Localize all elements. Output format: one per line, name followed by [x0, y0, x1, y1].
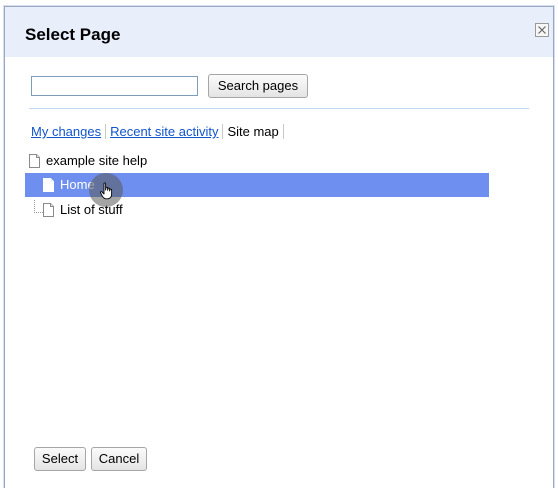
- select-page-dialog: Select Page Search pages My changes Recen…: [4, 6, 554, 488]
- tab-separator: [282, 124, 284, 139]
- tab-my-changes[interactable]: My changes: [31, 124, 101, 139]
- page-icon: [43, 203, 54, 217]
- close-icon[interactable]: [535, 23, 549, 37]
- dialog-title: Select Page: [25, 25, 121, 44]
- search-pages-button[interactable]: Search pages: [208, 74, 308, 98]
- select-button[interactable]: Select: [34, 447, 86, 471]
- tab-bar: My changes Recent site activity Site map: [31, 124, 288, 139]
- divider: [29, 108, 529, 109]
- tree-item-home[interactable]: Home: [43, 175, 95, 195]
- dialog-header: Select Page: [5, 7, 553, 57]
- page-icon: [43, 178, 54, 192]
- hand-pointer-icon: [100, 182, 113, 200]
- screen: Select Page Search pages My changes Recen…: [0, 0, 558, 488]
- tab-site-map[interactable]: Site map: [227, 124, 278, 139]
- page-icon: [29, 154, 40, 168]
- search-input[interactable]: [31, 76, 198, 96]
- cancel-button[interactable]: Cancel: [91, 447, 147, 471]
- tab-recent-site-activity[interactable]: Recent site activity: [110, 124, 218, 139]
- tree-item-root[interactable]: example site help: [29, 151, 147, 171]
- tree-item-label: example site help: [46, 153, 148, 168]
- tab-separator: [105, 124, 107, 139]
- tab-separator: [222, 124, 224, 139]
